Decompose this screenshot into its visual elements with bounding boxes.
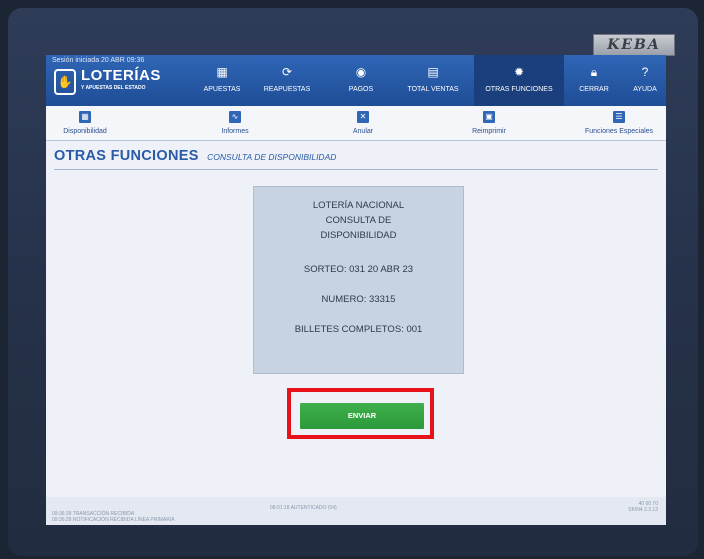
- page-subtitle: CONSULTA DE DISPONIBILIDAD: [207, 152, 337, 162]
- status-bar: 09:36:28 TRANSACCIÓN RECIBIDA 09:36:28 N…: [46, 497, 666, 525]
- page-title: OTRAS FUNCIONES CONSULTA DE DISPONIBILID…: [54, 147, 658, 170]
- status-auth: 08:01:18 AUTENTICADO (04): [270, 505, 337, 511]
- logo-title: LOTERÍAS: [81, 67, 161, 84]
- cancel-icon: ✕: [357, 111, 369, 123]
- printer-icon: ▣: [483, 111, 495, 123]
- tab-label: Funciones Especiales: [584, 128, 654, 135]
- grid-icon: ▦: [216, 65, 228, 79]
- help-icon: ?: [641, 65, 649, 79]
- tab-label: Anular: [352, 128, 374, 135]
- gear-icon: ✹: [513, 65, 525, 79]
- tab-label: Disponibilidad: [63, 128, 107, 135]
- nav-total-ventas[interactable]: ▤ TOTAL VENTAS: [398, 55, 468, 106]
- lock-icon: 🔒︎: [590, 65, 598, 79]
- tab-label: Reimprimir: [472, 128, 506, 135]
- info-numero: NUMERO: 33315: [321, 294, 396, 305]
- info-line-title2: DISPONIBILIDAD: [320, 230, 397, 241]
- tab-funciones-especiales[interactable]: ☰ Funciones Especiales: [578, 106, 660, 140]
- nav-label: TOTAL VENTAS: [407, 86, 459, 93]
- sub-toolbar: ▦ Disponibilidad ∿ Informes ✕ Anular ▣ R…: [46, 106, 666, 141]
- info-line-product: LOTERÍA NACIONAL: [312, 200, 405, 211]
- repeat-bet-icon: ⟳: [281, 65, 293, 79]
- status-version: 40 60 70 SKIN4 2.3.13: [628, 501, 658, 513]
- top-header: Sesión iniciada 20 ABR 09:36 ✋ LOTERÍAS …: [46, 55, 666, 106]
- nav-label: PAGOS: [348, 86, 374, 93]
- app-logo: ✋ LOTERÍAS Y APUESTAS DEL ESTADO: [54, 67, 174, 99]
- terminal-screen: Sesión iniciada 20 ABR 09:36 ✋ LOTERÍAS …: [46, 55, 666, 525]
- list-icon: ☰: [613, 111, 625, 123]
- status-log-line: 09:36:28 NOTIFICACIÓN RECIBIDA LÍNEA PRI…: [52, 517, 175, 523]
- info-billetes: BILLETES COMPLETOS: 001: [294, 324, 423, 335]
- tab-reimprimir[interactable]: ▣ Reimprimir: [466, 106, 512, 140]
- tab-informes[interactable]: ∿ Informes: [214, 106, 256, 140]
- info-sorteo: SORTEO: 031 20 ABR 23: [303, 264, 414, 275]
- send-button[interactable]: ENVIAR: [300, 403, 424, 429]
- nav-apuestas[interactable]: ▦ APUESTAS: [192, 55, 252, 106]
- nav-reapuestas[interactable]: ⟳ REAPUESTAS: [254, 55, 320, 106]
- nav-otras-funciones[interactable]: ✹ OTRAS FUNCIONES: [474, 55, 564, 106]
- status-log: 09:36:28 TRANSACCIÓN RECIBIDA 09:36:28 N…: [52, 511, 175, 523]
- nav-label: REAPUESTAS: [263, 86, 311, 93]
- page-title-text: OTRAS FUNCIONES: [54, 148, 199, 164]
- nav-label: AYUDA: [633, 86, 657, 93]
- tab-label: Informes: [221, 128, 249, 135]
- coins-icon: ◉: [355, 65, 367, 79]
- calendar-icon: ▦: [79, 111, 91, 123]
- chart-icon: ∿: [229, 111, 241, 123]
- info-line-title: CONSULTA DE: [325, 215, 392, 226]
- nav-pagos[interactable]: ◉ PAGOS: [336, 55, 386, 106]
- nav-ayuda[interactable]: ? AYUDA: [628, 55, 662, 106]
- session-info: Sesión iniciada 20 ABR 09:36: [52, 57, 145, 64]
- availability-result-panel: LOTERÍA NACIONAL CONSULTA DE DISPONIBILI…: [253, 186, 464, 374]
- nav-label: APUESTAS: [203, 86, 241, 93]
- logo-subtitle: Y APUESTAS DEL ESTADO: [81, 85, 146, 91]
- nav-label: OTRAS FUNCIONES: [485, 86, 553, 93]
- calculator-icon: ▤: [427, 65, 439, 79]
- brand-logo: KEBA: [593, 34, 675, 56]
- tab-anular[interactable]: ✕ Anular: [348, 106, 378, 140]
- nav-cerrar[interactable]: 🔒︎ CERRAR: [574, 55, 614, 106]
- status-skin: SKIN4 2.3.13: [628, 507, 658, 513]
- hand-icon: ✋: [54, 69, 76, 95]
- tab-disponibilidad[interactable]: ▦ Disponibilidad: [52, 106, 118, 140]
- nav-label: CERRAR: [579, 86, 609, 93]
